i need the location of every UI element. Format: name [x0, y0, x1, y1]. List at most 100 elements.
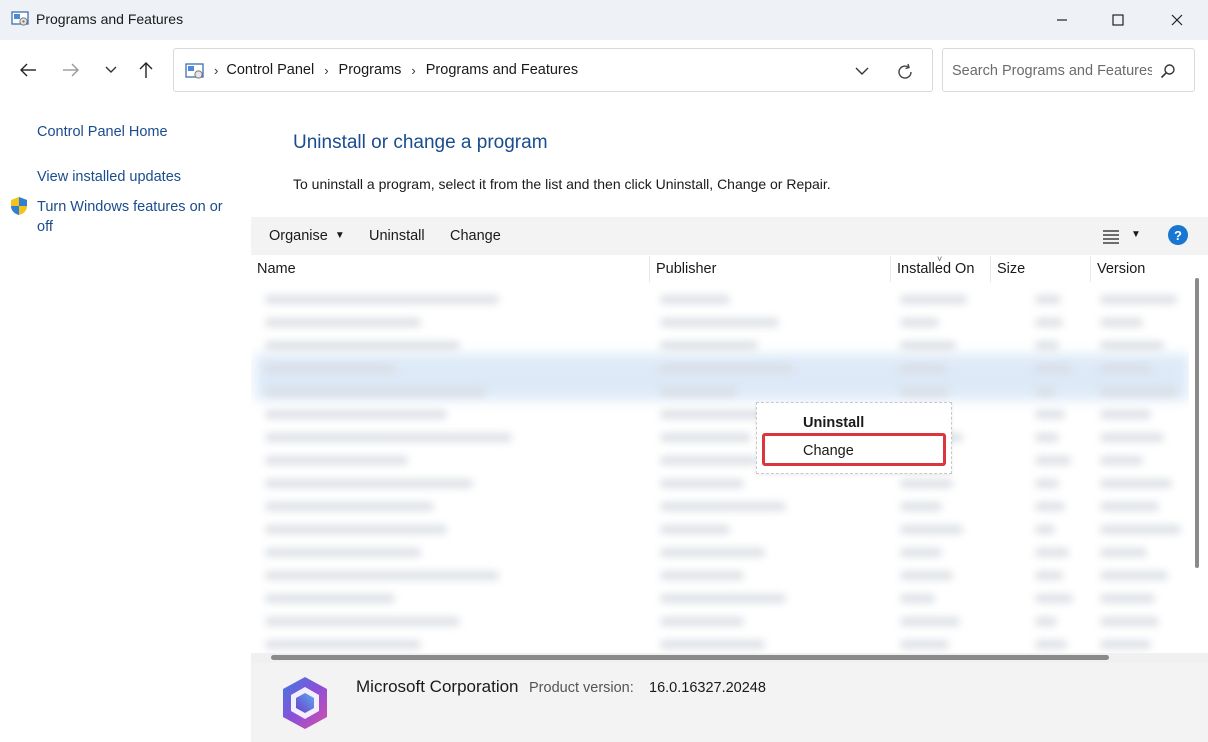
list-item[interactable] — [255, 451, 1185, 469]
program-list[interactable] — [251, 282, 1189, 653]
minimize-button[interactable] — [1034, 0, 1090, 40]
blurred-cell — [265, 364, 395, 373]
blurred-cell — [1035, 295, 1061, 304]
list-item[interactable] — [255, 589, 1185, 607]
change-button[interactable]: Change — [450, 228, 501, 244]
help-button[interactable]: ? — [1168, 225, 1188, 245]
blurred-cell — [1100, 410, 1151, 419]
context-menu-uninstall[interactable]: Uninstall — [803, 415, 864, 431]
programs-features-icon — [11, 11, 29, 26]
close-button[interactable] — [1149, 0, 1205, 40]
blurred-cell — [660, 525, 730, 534]
control-panel-home-link[interactable]: Control Panel Home — [37, 122, 168, 142]
list-item[interactable] — [255, 290, 1185, 308]
list-item[interactable] — [255, 635, 1185, 653]
sort-indicator-icon: ˅ — [937, 254, 943, 264]
recent-locations-button[interactable] — [97, 58, 125, 82]
blurred-cell — [1100, 525, 1181, 534]
highlight-box — [762, 433, 946, 466]
blurred-cell — [900, 502, 942, 511]
close-icon — [1171, 14, 1183, 26]
window-title: Programs and Features — [36, 11, 184, 27]
list-item[interactable] — [255, 497, 1185, 515]
refresh-button[interactable] — [894, 61, 916, 83]
view-options-dropdown-icon[interactable]: ▼ — [1131, 229, 1141, 240]
list-item[interactable] — [255, 336, 1185, 354]
blurred-cell — [1035, 640, 1067, 649]
column-header-version[interactable]: Version — [1091, 256, 1189, 282]
search-box[interactable] — [942, 48, 1195, 92]
blurred-cell — [1035, 571, 1063, 580]
blurred-cell — [1100, 640, 1151, 649]
blurred-cell — [900, 548, 942, 557]
up-button[interactable] — [132, 58, 160, 82]
blurred-cell — [660, 341, 758, 350]
list-item[interactable] — [255, 566, 1185, 584]
list-item[interactable] — [255, 428, 1185, 446]
breadcrumb-programs[interactable]: Programs — [339, 62, 402, 78]
blurred-cell — [900, 617, 960, 626]
blurred-cell — [900, 594, 935, 603]
list-item[interactable] — [255, 612, 1185, 630]
list-item[interactable] — [255, 520, 1185, 538]
forward-button[interactable] — [57, 58, 85, 82]
breadcrumb-control-panel[interactable]: Control Panel — [226, 62, 314, 78]
search-icon[interactable] — [1160, 63, 1176, 79]
maximize-button[interactable] — [1090, 0, 1146, 40]
blurred-cell — [265, 433, 512, 442]
horizontal-scrollbar[interactable] — [251, 653, 1208, 663]
view-installed-updates-link[interactable]: View installed updates — [37, 167, 181, 187]
blurred-cell — [660, 433, 751, 442]
horizontal-scroll-thumb[interactable] — [271, 655, 1109, 660]
blurred-cell — [900, 640, 949, 649]
organise-button[interactable]: Organise ▼ — [269, 228, 345, 244]
blurred-cell — [900, 364, 946, 373]
details-pane: Microsoft Corporation Product version: 1… — [251, 663, 1208, 742]
view-details-icon[interactable] — [1101, 227, 1121, 245]
arrow-left-icon — [20, 63, 36, 77]
breadcrumb-programs-and-features[interactable]: Programs and Features — [426, 62, 578, 78]
blurred-cell — [900, 571, 953, 580]
search-input[interactable] — [952, 61, 1152, 81]
microsoft-365-logo-icon — [283, 677, 327, 729]
list-item[interactable] — [255, 543, 1185, 561]
column-header-name[interactable]: Name — [251, 256, 650, 282]
blurred-cell — [1100, 364, 1151, 373]
blurred-cell — [1035, 617, 1057, 626]
blurred-cell — [1035, 410, 1065, 419]
uninstall-button[interactable]: Uninstall — [369, 228, 425, 244]
list-item[interactable] — [255, 359, 1185, 377]
column-headers: Name Publisher Installed On Size Version — [251, 256, 1189, 282]
blurred-cell — [1100, 548, 1147, 557]
blurred-cell — [1035, 433, 1059, 442]
blurred-cell — [660, 295, 730, 304]
control-panel-icon — [185, 63, 204, 79]
back-button[interactable] — [14, 58, 42, 82]
blurred-cell — [1100, 479, 1172, 488]
vertical-scroll-thumb[interactable] — [1195, 278, 1199, 568]
refresh-icon — [898, 63, 912, 79]
minimize-icon — [1057, 19, 1067, 21]
shield-icon — [11, 197, 27, 215]
chevron-right-icon: › — [411, 62, 416, 78]
list-item[interactable] — [255, 474, 1185, 492]
blurred-cell — [660, 364, 793, 373]
address-history-button[interactable] — [852, 61, 872, 81]
list-item[interactable] — [255, 382, 1185, 400]
list-item[interactable] — [255, 405, 1185, 423]
blurred-cell — [660, 594, 786, 603]
title-bar: Programs and Features — [0, 0, 1208, 40]
address-bar[interactable]: › Control Panel › Programs › Programs an… — [173, 48, 933, 92]
blurred-cell — [1035, 525, 1055, 534]
vertical-scrollbar[interactable] — [1189, 256, 1208, 654]
list-item[interactable] — [255, 313, 1185, 331]
blurred-cell — [660, 640, 765, 649]
blurred-cell — [265, 456, 408, 465]
column-header-publisher[interactable]: Publisher — [650, 256, 891, 282]
context-menu-change[interactable]: Change — [803, 443, 854, 459]
turn-windows-features-link[interactable]: Turn Windows features on or off — [37, 197, 242, 237]
blurred-cell — [1035, 479, 1059, 488]
blurred-cell — [660, 318, 779, 327]
chevron-down-icon — [855, 67, 869, 75]
column-header-size[interactable]: Size — [991, 256, 1091, 282]
